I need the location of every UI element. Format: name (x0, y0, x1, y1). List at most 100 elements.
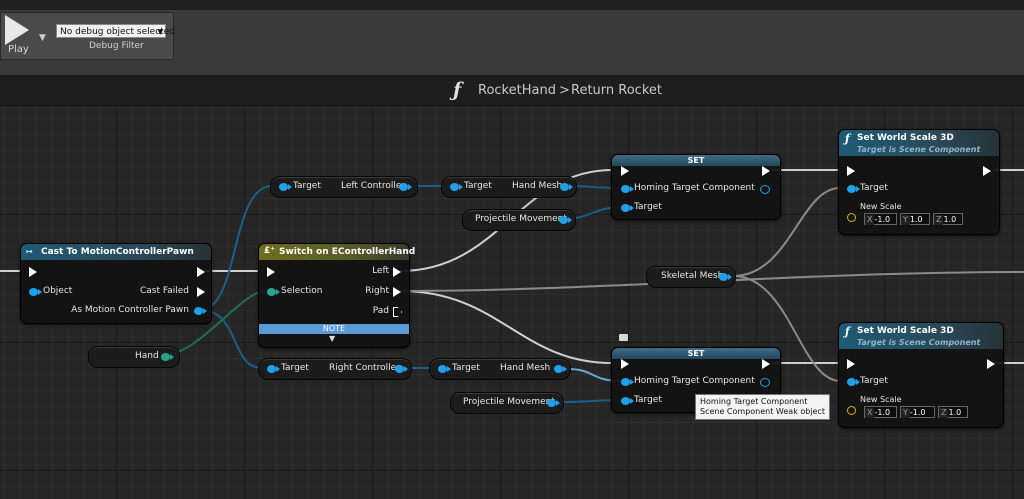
scale-top-x-field[interactable]: X -1.0 (864, 213, 897, 225)
switch-node-title: Switch on EControllerHand (279, 247, 416, 257)
set-world-scale-top-node[interactable]: ƒ Set World Scale 3D Target is Scene Com… (838, 129, 1000, 235)
scale-top-title: Set World Scale 3D (857, 133, 954, 143)
cast-failed-label: Cast Failed (140, 286, 189, 296)
cast-failed-exec[interactable] (197, 287, 205, 297)
scale-bottom-header: ƒ Set World Scale 3D Target is Scene Com… (839, 323, 1003, 349)
set-world-scale-bottom-node[interactable]: ƒ Set World Scale 3D Target is Scene Com… (838, 322, 1004, 428)
set-bottom-title: SET (612, 348, 780, 359)
cast-object-label: Object (43, 286, 73, 296)
breadcrumb-current[interactable]: Return Rocket (571, 83, 662, 98)
right-controller-target-pin[interactable] (267, 365, 280, 373)
scale-bottom-target-pin[interactable] (847, 378, 860, 386)
right-controller-output-label: Right Controller (329, 363, 400, 373)
hand-mesh-top-node[interactable]: Target Hand Mesh (441, 176, 577, 198)
skeletal-mesh-output-pin[interactable] (719, 273, 732, 281)
scale-bottom-z-value: 1.0 (948, 408, 962, 417)
projectile-movement-top-node[interactable]: Projectile Movement (462, 209, 576, 231)
scale-top-z-field[interactable]: Z 1.0 (933, 213, 963, 225)
set-bottom-exec-out[interactable] (762, 359, 770, 369)
cast-exec-in[interactable] (29, 267, 37, 277)
scale-top-y-value: 1.0 (909, 215, 923, 224)
graph-title-bar: ƒ RocketHand > Return Rocket (0, 77, 1024, 106)
pin-tooltip: Homing Target Component Scene Component … (695, 394, 831, 420)
toolbar: Play ▼ No debug object selected ▼ Debug F… (0, 0, 1024, 77)
set-top-target-label: Target (634, 202, 662, 212)
set-top-homing-pin[interactable] (621, 185, 634, 193)
scale-top-new-scale-pin[interactable] (847, 213, 856, 222)
switch-node-header: £⁺ Switch on EControllerHand (259, 244, 415, 260)
scale-bottom-z-field[interactable]: Z 1.0 (938, 406, 968, 418)
switch-exec-in[interactable] (267, 267, 275, 277)
scale-bottom-exec-in[interactable] (847, 359, 855, 369)
switch-right-exec[interactable] (393, 287, 401, 297)
cast-as-pawn-pin[interactable] (194, 307, 207, 315)
set-bottom-exec-in[interactable] (621, 359, 629, 369)
switch-note-bar[interactable]: NOTE (259, 324, 409, 334)
cast-node[interactable]: ↦ Cast To MotionControllerPawn Object Ca… (20, 243, 212, 324)
hand-mesh-top-target-label: Target (464, 181, 492, 191)
play-options-dropdown-icon[interactable]: ▼ (39, 33, 46, 43)
scale-bottom-x-value: -1.0 (874, 408, 891, 417)
set-bottom-target-label: Target (634, 395, 662, 405)
switch-left-exec[interactable] (393, 267, 401, 277)
cast-exec-out[interactable] (197, 267, 205, 277)
set-top-target-pin[interactable] (621, 204, 634, 212)
scale-bottom-y-field[interactable]: Y -1.0 (900, 406, 935, 418)
projectile-movement-bottom-output-pin[interactable] (547, 399, 560, 407)
set-bottom-homing-pin[interactable] (621, 378, 634, 386)
debug-object-select[interactable]: No debug object selected ▼ (56, 24, 175, 38)
right-controller-node[interactable]: Target Right Controller (258, 358, 412, 380)
scale-top-x-value: -1.0 (874, 215, 891, 224)
toolbar-top-strip (0, 0, 1024, 10)
scale-top-exec-in[interactable] (847, 166, 855, 176)
hand-mesh-bottom-target-pin[interactable] (438, 365, 451, 373)
tooltip-line-2: Scene Component Weak object (700, 407, 826, 416)
scale-bottom-exec-out[interactable] (987, 359, 995, 369)
comment-bubble-icon[interactable] (619, 334, 628, 341)
function-icon: ƒ (453, 79, 462, 101)
projectile-movement-top-label: Projectile Movement (475, 214, 567, 224)
scale-bottom-x-field[interactable]: X -1.0 (864, 406, 897, 418)
cast-icon: ↦ (26, 247, 33, 256)
scale-top-header: ƒ Set World Scale 3D Target is Scene Com… (839, 130, 999, 156)
set-top-exec-out[interactable] (762, 166, 770, 176)
projectile-movement-bottom-node[interactable]: Projectile Movement (450, 392, 564, 414)
scale-top-target-label: Target (860, 183, 888, 193)
scale-top-y-field[interactable]: Y 1.0 (900, 213, 930, 225)
set-bottom-homing-output-pin[interactable] (760, 378, 770, 387)
scale-bottom-new-scale-pin[interactable] (847, 406, 856, 415)
right-controller-target-label: Target (281, 363, 309, 373)
play-button[interactable]: Play (1, 13, 35, 59)
y-axis-label: Y (901, 408, 910, 418)
collapse-arrow-icon[interactable]: ▼ (329, 334, 335, 343)
set-top-homing-output-pin[interactable] (760, 185, 770, 194)
switch-right-label: Right (365, 286, 389, 296)
skeletal-mesh-node[interactable]: Skeletal Mesh (646, 266, 736, 288)
set-top-node[interactable]: SET Homing Target Component Target (611, 154, 781, 220)
switch-selection-pin[interactable] (267, 288, 280, 296)
hand-mesh-bottom-node[interactable]: Target Hand Mesh (429, 358, 571, 380)
left-controller-output-pin[interactable] (399, 183, 412, 191)
left-controller-target-pin[interactable] (279, 183, 292, 191)
function-icon: ƒ (845, 325, 850, 338)
cast-object-pin[interactable] (29, 288, 42, 296)
set-top-exec-in[interactable] (621, 166, 629, 176)
projectile-movement-top-output-pin[interactable] (559, 216, 572, 224)
left-controller-node[interactable]: Target Left Controller (270, 176, 418, 198)
hand-mesh-bottom-output-pin[interactable] (554, 365, 567, 373)
set-bottom-target-pin[interactable] (621, 397, 634, 405)
switch-node[interactable]: £⁺ Switch on EControllerHand Left Select… (258, 243, 415, 348)
scale-top-target-pin[interactable] (847, 185, 860, 193)
switch-pad-exec[interactable] (393, 307, 402, 317)
breadcrumb-parent[interactable]: RocketHand (478, 83, 556, 98)
hand-variable-node[interactable]: Hand (88, 346, 180, 368)
hand-output-pin[interactable] (161, 353, 174, 361)
hand-mesh-top-output-pin[interactable] (560, 183, 573, 191)
right-controller-output-pin[interactable] (395, 365, 408, 373)
scale-top-subtitle: Target is Scene Component (857, 145, 981, 154)
hand-mesh-bottom-output-label: Hand Mesh (500, 363, 551, 373)
hand-mesh-top-target-pin[interactable] (450, 183, 463, 191)
hand-mesh-bottom-target-label: Target (452, 363, 480, 373)
set-top-homing-label: Homing Target Component (634, 183, 755, 193)
scale-top-exec-out[interactable] (983, 166, 991, 176)
